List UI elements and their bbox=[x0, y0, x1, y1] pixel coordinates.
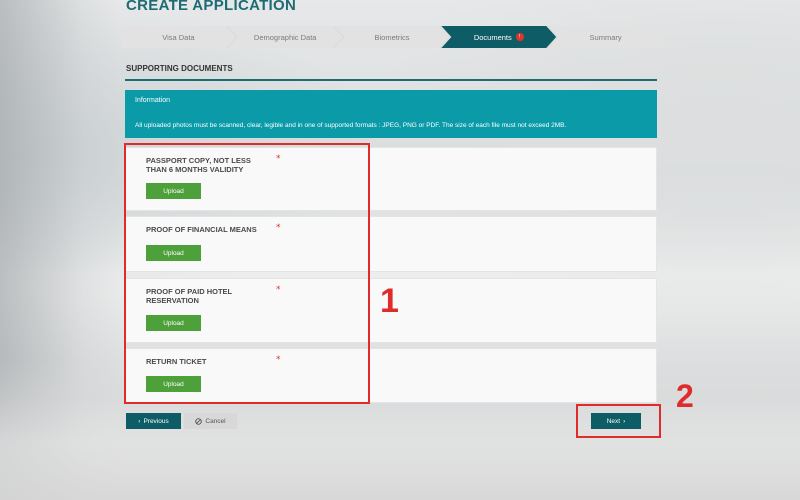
step-label: Biometrics bbox=[374, 32, 410, 42]
step-label: Summary bbox=[589, 32, 622, 42]
cancel-icon bbox=[195, 417, 203, 425]
cancel-label: Cancel bbox=[205, 417, 226, 425]
progress-stepper: Visa Data Demographic Data Biometrics Do… bbox=[121, 26, 663, 48]
cancel-button[interactable]: Cancel bbox=[184, 413, 237, 429]
info-text: All uploaded photos must be scanned, cle… bbox=[135, 122, 567, 129]
chevron-left-icon: ‹ bbox=[138, 417, 141, 425]
info-panel: Information All uploaded photos must be … bbox=[125, 90, 657, 138]
step-documents[interactable]: Documents ! bbox=[441, 26, 556, 48]
annotation-number-2: 2 bbox=[676, 378, 694, 414]
page-title: CREATE APPLICATION bbox=[126, 0, 297, 14]
step-visa-data[interactable]: Visa Data bbox=[121, 26, 236, 48]
next-label: Next bbox=[606, 417, 621, 425]
previous-label: Previous bbox=[143, 417, 169, 425]
alert-badge: ! bbox=[516, 33, 524, 41]
step-demographic-data[interactable]: Demographic Data bbox=[228, 26, 343, 48]
previous-button[interactable]: ‹ Previous bbox=[126, 413, 181, 429]
step-biometrics[interactable]: Biometrics bbox=[335, 26, 450, 48]
annotation-box-1 bbox=[124, 143, 370, 404]
info-title: Information bbox=[135, 97, 171, 104]
step-label: Visa Data bbox=[162, 32, 195, 42]
step-summary[interactable]: Summary bbox=[548, 26, 663, 48]
section-title: SUPPORTING DOCUMENTS bbox=[126, 64, 233, 73]
next-button[interactable]: Next › bbox=[591, 413, 641, 429]
chevron-right-icon: › bbox=[623, 417, 626, 425]
section-divider bbox=[125, 79, 657, 81]
annotation-number-1: 1 bbox=[380, 282, 399, 320]
step-label: Demographic Data bbox=[253, 32, 317, 42]
step-label: Documents bbox=[473, 32, 512, 42]
